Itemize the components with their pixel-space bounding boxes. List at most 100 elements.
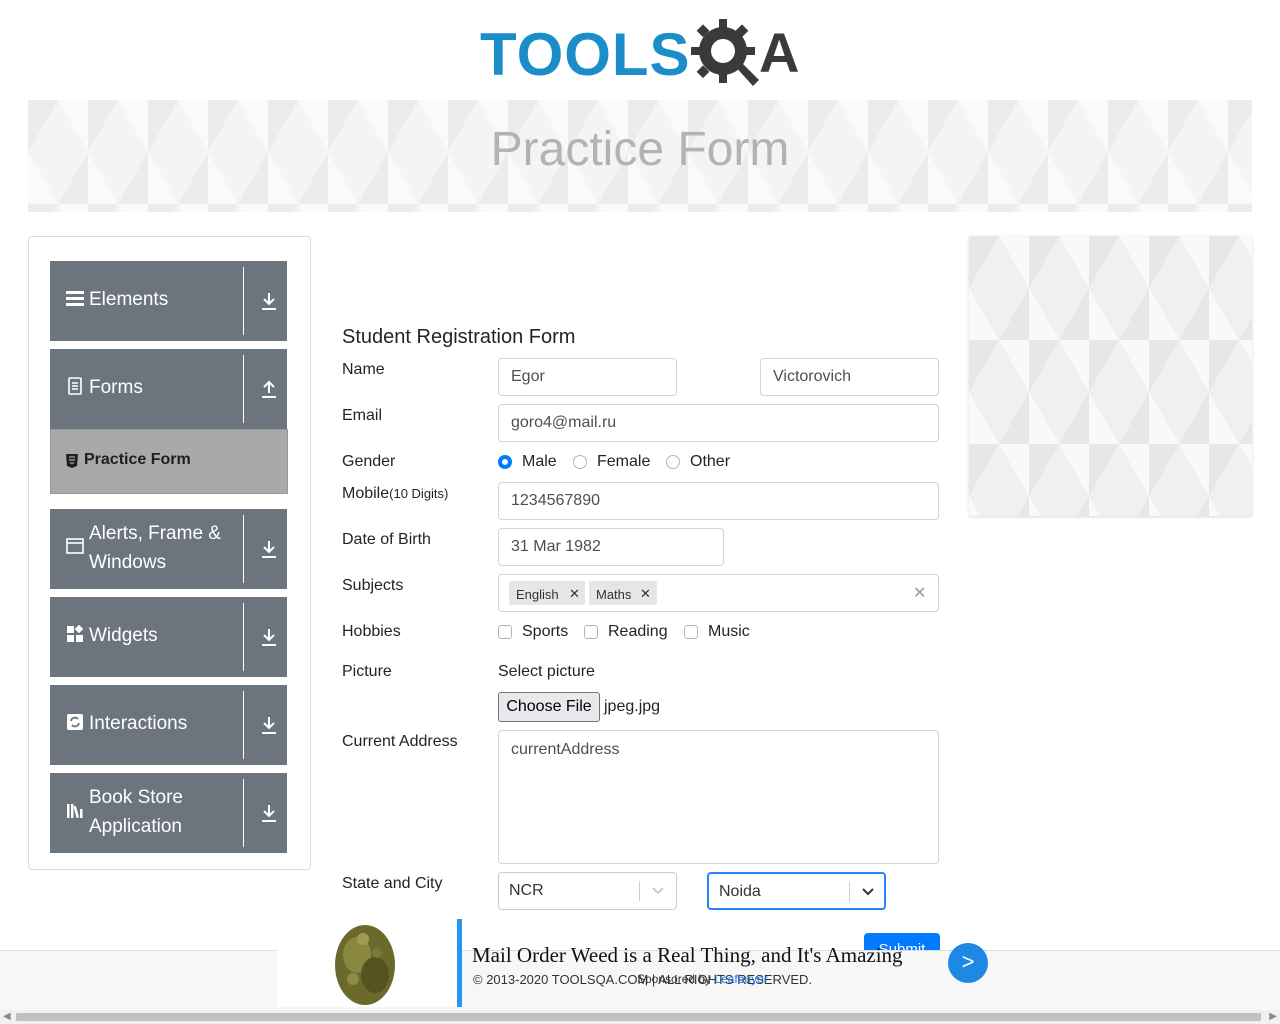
advert-accent-bar (457, 919, 462, 1007)
remove-tag-icon[interactable]: ✕ (569, 584, 580, 604)
dob-label: Date of Birth (342, 531, 431, 548)
sidebar-group-elements[interactable]: Elements (50, 261, 287, 341)
state-value: NCR (509, 882, 544, 899)
download-icon[interactable] (261, 627, 277, 647)
upload-icon[interactable] (261, 379, 277, 399)
subject-tag: Maths ✕ (589, 581, 657, 605)
gender-female-radio[interactable] (573, 455, 587, 469)
sponsor-link[interactable]: Leafbuyer (714, 972, 767, 986)
download-icon[interactable] (261, 539, 277, 559)
logo-suffix: A (759, 21, 799, 84)
chevron-down-icon[interactable] (651, 885, 665, 897)
document-icon (68, 377, 82, 395)
ad-placeholder (969, 236, 1252, 516)
divider (243, 515, 244, 583)
clear-icon[interactable]: ✕ (913, 584, 926, 604)
mobile-hint: (10 Digits) (389, 486, 449, 501)
sidebar-group-label: Book Store Application (89, 787, 183, 837)
sidebar-group-label: Elements (89, 289, 169, 310)
hobby-reading-label[interactable]: Reading (608, 623, 668, 641)
sidebar-group-book-store[interactable]: Book Store Application (50, 773, 287, 853)
advert-image[interactable] (277, 919, 457, 1007)
email-input[interactable]: goro4@mail.ru (498, 404, 939, 442)
sidebar-group-interactions[interactable]: Interactions (50, 685, 287, 765)
chevron-down-icon[interactable] (861, 886, 875, 898)
scroll-left-icon[interactable]: ◀ (3, 1011, 11, 1022)
mobile-input[interactable]: 1234567890 (498, 482, 939, 520)
name-label: Name (342, 361, 385, 378)
last-name-input[interactable]: Victorovich (760, 358, 939, 396)
menu-icon (66, 291, 84, 306)
logo-gear-icon: A (691, 19, 799, 86)
dob-input[interactable]: 31 Mar 1982 (498, 528, 724, 566)
gender-female-label[interactable]: Female (597, 453, 650, 471)
divider (243, 691, 244, 759)
sidebar-group-label: Interactions (89, 713, 188, 734)
divider (243, 779, 244, 847)
advert-title[interactable]: Mail Order Weed is a Real Thing, and It'… (472, 943, 903, 968)
gender-male-radio[interactable] (498, 455, 512, 469)
sidebar-group-label: Forms (89, 377, 143, 398)
widgets-icon (67, 625, 84, 642)
horizontal-scrollbar[interactable]: ◀ ▶ (0, 1010, 1280, 1024)
email-label: Email (342, 407, 383, 424)
first-name-input[interactable]: Egor (498, 358, 677, 396)
scrollbar-thumb[interactable] (16, 1013, 1261, 1021)
subject-tag-label: English (516, 587, 559, 602)
city-value: Noida (719, 883, 761, 900)
hobby-sports-label[interactable]: Sports (522, 623, 568, 641)
cannabis-image (335, 925, 395, 1005)
download-icon[interactable] (261, 291, 277, 311)
hobbies-label: Hobbies (342, 623, 401, 640)
sidebar: Elements Forms Practice Form Alerts, Fra… (28, 236, 311, 870)
sidebar-group-widgets[interactable]: Widgets (50, 597, 287, 677)
city-select[interactable]: Noida (707, 872, 886, 910)
remove-tag-icon[interactable]: ✕ (640, 584, 651, 604)
divider (243, 267, 244, 335)
current-address-textarea[interactable]: currentAddress (498, 730, 939, 864)
hobby-reading-checkbox[interactable] (584, 625, 598, 639)
subject-tag-label: Maths (596, 587, 632, 602)
interactions-icon (67, 714, 83, 730)
books-icon (67, 804, 83, 819)
gender-other-label[interactable]: Other (690, 453, 730, 471)
gender-label: Gender (342, 453, 396, 470)
file-name: jpeg.jpg (604, 698, 661, 715)
sidebar-group-forms[interactable]: Forms (50, 349, 287, 429)
form-title: Student Registration Form (342, 326, 576, 348)
sponsored-by-label: Sponsored by (637, 972, 712, 986)
picture-label: Picture (342, 663, 392, 680)
sidebar-item-practice-form[interactable]: Practice Form (50, 429, 288, 494)
divider (243, 603, 244, 671)
window-icon (66, 538, 84, 554)
choose-file-button[interactable]: Choose File (498, 692, 600, 722)
hobby-music-label[interactable]: Music (708, 623, 750, 641)
sidebar-group-label: Widgets (89, 625, 158, 646)
divider (849, 882, 850, 902)
html5-icon (66, 454, 78, 468)
state-select[interactable]: NCR (498, 872, 677, 910)
page-title: Practice Form (490, 123, 790, 176)
download-icon[interactable] (261, 715, 277, 735)
download-icon[interactable] (261, 803, 277, 823)
page-banner: Practice Form (28, 100, 1252, 212)
select-picture-label: Select picture (498, 663, 595, 680)
hobby-sports-checkbox[interactable] (498, 625, 512, 639)
divider (639, 881, 640, 901)
toolsqa-logo[interactable]: TOOLS A (480, 14, 810, 94)
current-address-label: Current Address (342, 733, 458, 750)
state-city-label: State and City (342, 875, 443, 892)
gender-male-label[interactable]: Male (522, 453, 557, 471)
mobile-label-text: Mobile (342, 485, 390, 502)
sidebar-group-alerts[interactable]: Alerts, Frame & Windows (50, 509, 287, 589)
subjects-input[interactable]: English ✕ Maths ✕ ✕ (498, 574, 939, 612)
scroll-right-icon[interactable]: ▶ (1269, 1011, 1277, 1022)
advert-sponsor: Sponsored by Leafbuyer (637, 972, 768, 986)
advert-banner[interactable]: Mail Order Weed is a Real Thing, and It'… (277, 919, 997, 1007)
advert-go-button[interactable]: > (948, 943, 988, 983)
divider (243, 355, 244, 423)
subject-tag: English ✕ (509, 581, 585, 605)
gender-other-radio[interactable] (666, 455, 680, 469)
hobby-music-checkbox[interactable] (684, 625, 698, 639)
sidebar-group-label: Alerts, Frame & Windows (89, 523, 221, 573)
